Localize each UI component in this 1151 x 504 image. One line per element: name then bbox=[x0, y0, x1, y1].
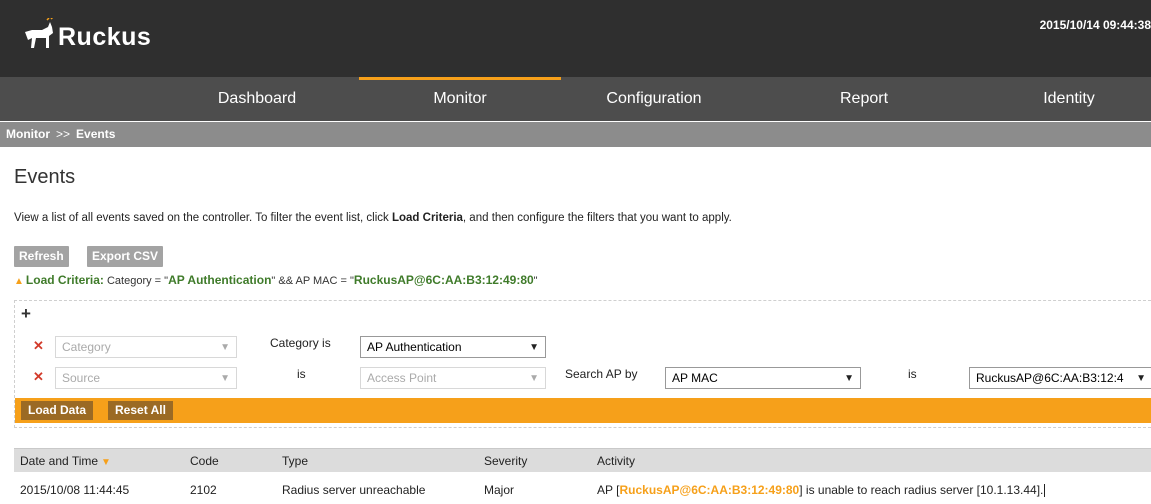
cell-severity: Major bbox=[484, 483, 515, 497]
chevron-down-icon: ▼ bbox=[220, 342, 230, 353]
chevron-down-icon: ▼ bbox=[529, 373, 539, 384]
description-text: View a list of all events saved on the c… bbox=[14, 212, 392, 224]
category-value-text: AP Authentication bbox=[367, 340, 462, 354]
column-header-severity[interactable]: Severity bbox=[484, 449, 527, 473]
dog-logo-icon bbox=[25, 18, 54, 48]
column-header-activity[interactable]: Activity bbox=[597, 449, 635, 473]
activity-ap-link[interactable]: RuckusAP@6C:AA:B3:12:49:80 bbox=[619, 483, 799, 497]
column-header-date[interactable]: Date and Time ▼ bbox=[20, 449, 111, 473]
category-field-select: Category ▼ bbox=[55, 336, 237, 358]
cell-type: Radius server unreachable bbox=[282, 483, 426, 497]
page-title: Events bbox=[14, 166, 76, 188]
table-row[interactable]: 2015/10/08 11:44:45 2102 Radius server u… bbox=[14, 478, 1151, 502]
events-table-header: Date and Time ▼ Code Type Severity Activi… bbox=[14, 448, 1151, 472]
logo-text: Ruckus bbox=[58, 22, 152, 51]
activity-text-end: ] is unable to reach radius server [10.1… bbox=[799, 483, 1044, 497]
category-value-select[interactable]: AP Authentication ▼ bbox=[360, 336, 546, 358]
breadcrumb-monitor[interactable]: Monitor bbox=[6, 127, 50, 141]
criteria-text: " bbox=[533, 275, 538, 287]
add-filter-icon[interactable]: + bbox=[21, 304, 31, 324]
search-ap-by-select[interactable]: AP MAC ▼ bbox=[665, 367, 861, 389]
cell-activity: AP [RuckusAP@6C:AA:B3:12:49:80] is unabl… bbox=[597, 478, 1046, 502]
source-value-select: Access Point ▼ bbox=[360, 367, 546, 389]
breadcrumb-events: Events bbox=[76, 127, 116, 141]
filter-panel: + ✕ Category ▼ Category is AP Authentica… bbox=[14, 300, 1151, 428]
ap-mac-value: RuckusAP@6C:AA:B3:12:4 bbox=[976, 371, 1124, 385]
description-load-criteria: Load Criteria bbox=[391, 212, 463, 224]
activity-text: AP [ bbox=[597, 483, 620, 497]
breadcrumb-separator: >> bbox=[56, 127, 71, 141]
remove-filter-icon[interactable]: ✕ bbox=[33, 338, 44, 354]
cell-date: 2015/10/08 11:44:45 bbox=[20, 483, 130, 497]
load-data-button[interactable]: Load Data bbox=[21, 401, 94, 420]
criteria-category-value: AP Authentication bbox=[168, 273, 272, 287]
breadcrumb: Monitor >> Events bbox=[0, 122, 1151, 147]
collapse-triangle-icon[interactable]: ▲ bbox=[14, 276, 24, 287]
chevron-down-icon: ▼ bbox=[1136, 373, 1146, 384]
description-text-end: , and then configure the filters that yo… bbox=[462, 212, 732, 224]
ap-mac-select[interactable]: RuckusAP@6C:AA:B3:12:4 ▼ bbox=[969, 367, 1151, 389]
nav-identity[interactable]: Identity bbox=[989, 77, 1149, 121]
nav-monitor[interactable]: Monitor bbox=[359, 77, 561, 121]
reset-all-button[interactable]: Reset All bbox=[108, 401, 173, 420]
chevron-down-icon: ▼ bbox=[844, 373, 854, 384]
export-csv-button[interactable]: Export CSV bbox=[87, 246, 164, 267]
criteria-text: " && AP MAC = " bbox=[271, 275, 354, 287]
current-datetime: 2015/10/14 09:44:38 bbox=[1039, 18, 1151, 32]
category-field-placeholder: Category bbox=[62, 340, 111, 354]
criteria-text: Category = " bbox=[103, 275, 169, 287]
source-operator-label: is bbox=[297, 367, 306, 381]
remove-filter-icon[interactable]: ✕ bbox=[33, 369, 44, 385]
top-header: Ruckus 2015/10/14 09:44:38 bbox=[0, 0, 1151, 77]
column-header-type[interactable]: Type bbox=[282, 449, 308, 473]
criteria-mac-value: RuckusAP@6C:AA:B3:12:49:80 bbox=[353, 273, 534, 287]
nav-dashboard[interactable]: Dashboard bbox=[177, 77, 337, 121]
load-criteria-label[interactable]: Load Criteria: bbox=[26, 273, 104, 287]
category-operator-label: Category is bbox=[270, 336, 331, 350]
ap-operator-label: is bbox=[908, 367, 917, 381]
main-nav: Dashboard Monitor Configuration Report I… bbox=[0, 77, 1151, 121]
nav-report[interactable]: Report bbox=[784, 77, 944, 121]
source-field-placeholder: Source bbox=[62, 371, 101, 385]
text-cursor bbox=[1044, 484, 1046, 498]
column-header-code[interactable]: Code bbox=[190, 449, 219, 473]
nav-configuration[interactable]: Configuration bbox=[574, 77, 734, 121]
filter-action-bar: Load Data Reset All bbox=[15, 398, 1151, 423]
search-ap-by-value: AP MAC bbox=[672, 371, 718, 385]
cell-code: 2102 bbox=[190, 483, 217, 497]
chevron-down-icon: ▼ bbox=[220, 373, 230, 384]
chevron-down-icon: ▼ bbox=[529, 342, 539, 353]
refresh-button[interactable]: Refresh bbox=[14, 246, 69, 267]
search-ap-by-label: Search AP by bbox=[565, 367, 638, 381]
page-description: View a list of all events saved on the c… bbox=[14, 212, 732, 224]
load-criteria-summary[interactable]: ▲ Load Criteria: Category = "AP Authentic… bbox=[14, 273, 538, 287]
sort-desc-icon[interactable]: ▼ bbox=[101, 457, 111, 468]
column-header-date-label: Date and Time bbox=[20, 454, 99, 468]
source-field-select: Source ▼ bbox=[55, 367, 237, 389]
ruckus-logo[interactable]: Ruckus bbox=[22, 18, 151, 52]
source-value-placeholder: Access Point bbox=[367, 371, 437, 385]
